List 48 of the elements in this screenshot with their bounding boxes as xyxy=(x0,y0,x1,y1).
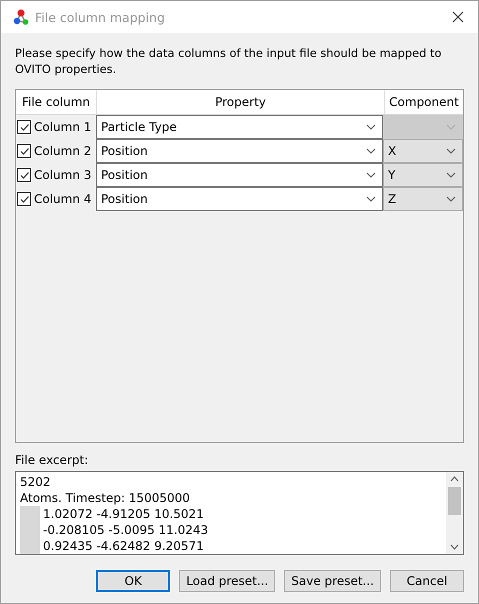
column-label: Column 1 xyxy=(34,120,92,134)
app-logo-icon xyxy=(13,9,29,25)
checkbox[interactable] xyxy=(17,144,31,158)
chevron-down-icon xyxy=(366,148,376,154)
instructions-text: Please specify how the data columns of the input file should be mapped to OVITO properties. xyxy=(15,45,442,77)
chevron-down-icon xyxy=(366,172,376,178)
column-header: File column xyxy=(20,94,92,111)
dialog-button[interactable]: Cancel xyxy=(390,570,464,592)
check-icon xyxy=(18,146,30,156)
scroll-down-icon[interactable] xyxy=(450,544,459,550)
checkbox[interactable] xyxy=(17,168,31,182)
check-icon xyxy=(18,194,30,204)
chevron-down-icon xyxy=(446,124,456,130)
chevron-down-icon xyxy=(366,196,376,202)
checkbox[interactable] xyxy=(17,192,31,206)
excerpt-line: 5202 xyxy=(20,474,51,490)
column-label: Column 3 xyxy=(34,168,92,182)
excerpt-box[interactable]: 5202 Atoms. Timestep: 15005000 1.02072 -4.91205 10.5021 -0.208105 -5.0095 11.0243 0.92435 -4.62482 9.20571 xyxy=(15,471,464,555)
component-dropdown[interactable]: X xyxy=(383,139,463,163)
window-title: File column mapping xyxy=(35,10,166,24)
scroll-up-icon[interactable] xyxy=(450,476,459,482)
column-header: Component xyxy=(384,90,463,114)
chevron-down-icon xyxy=(446,148,456,154)
column-label: Column 4 xyxy=(34,192,92,206)
property-dropdown[interactable]: Position xyxy=(96,187,383,211)
chevron-down-icon xyxy=(366,124,376,130)
chevron-down-icon xyxy=(446,172,456,178)
component-dropdown[interactable]: Y xyxy=(383,163,463,187)
checkbox[interactable] xyxy=(17,120,31,134)
column-header: Property xyxy=(96,90,384,114)
check-icon xyxy=(18,170,30,180)
excerpt-line: Atoms. Timestep: 15005000 xyxy=(20,490,190,506)
dialog-button[interactable]: Load preset... xyxy=(179,570,276,592)
excerpt-line: 0.92435 -4.62482 9.20571 xyxy=(43,538,204,554)
scrollbar-thumb[interactable] xyxy=(448,487,461,515)
component-dropdown[interactable]: Z xyxy=(383,187,463,211)
dialog-button[interactable]: OK xyxy=(96,570,170,592)
check-icon xyxy=(18,122,30,132)
dialog-button[interactable]: Save preset... xyxy=(284,570,381,592)
column-label: Column 2 xyxy=(34,144,92,158)
chevron-down-icon xyxy=(446,196,456,202)
close-icon[interactable] xyxy=(452,11,464,23)
property-dropdown[interactable]: Particle Type xyxy=(96,115,383,139)
property-dropdown[interactable]: Position xyxy=(96,163,383,187)
excerpt-label: File excerpt: xyxy=(15,453,90,467)
excerpt-line: -0.208105 -5.0095 11.0243 xyxy=(43,522,208,538)
excerpt-line: 1.02072 -4.91205 10.5021 xyxy=(43,506,204,522)
property-dropdown[interactable]: Position xyxy=(96,139,383,163)
